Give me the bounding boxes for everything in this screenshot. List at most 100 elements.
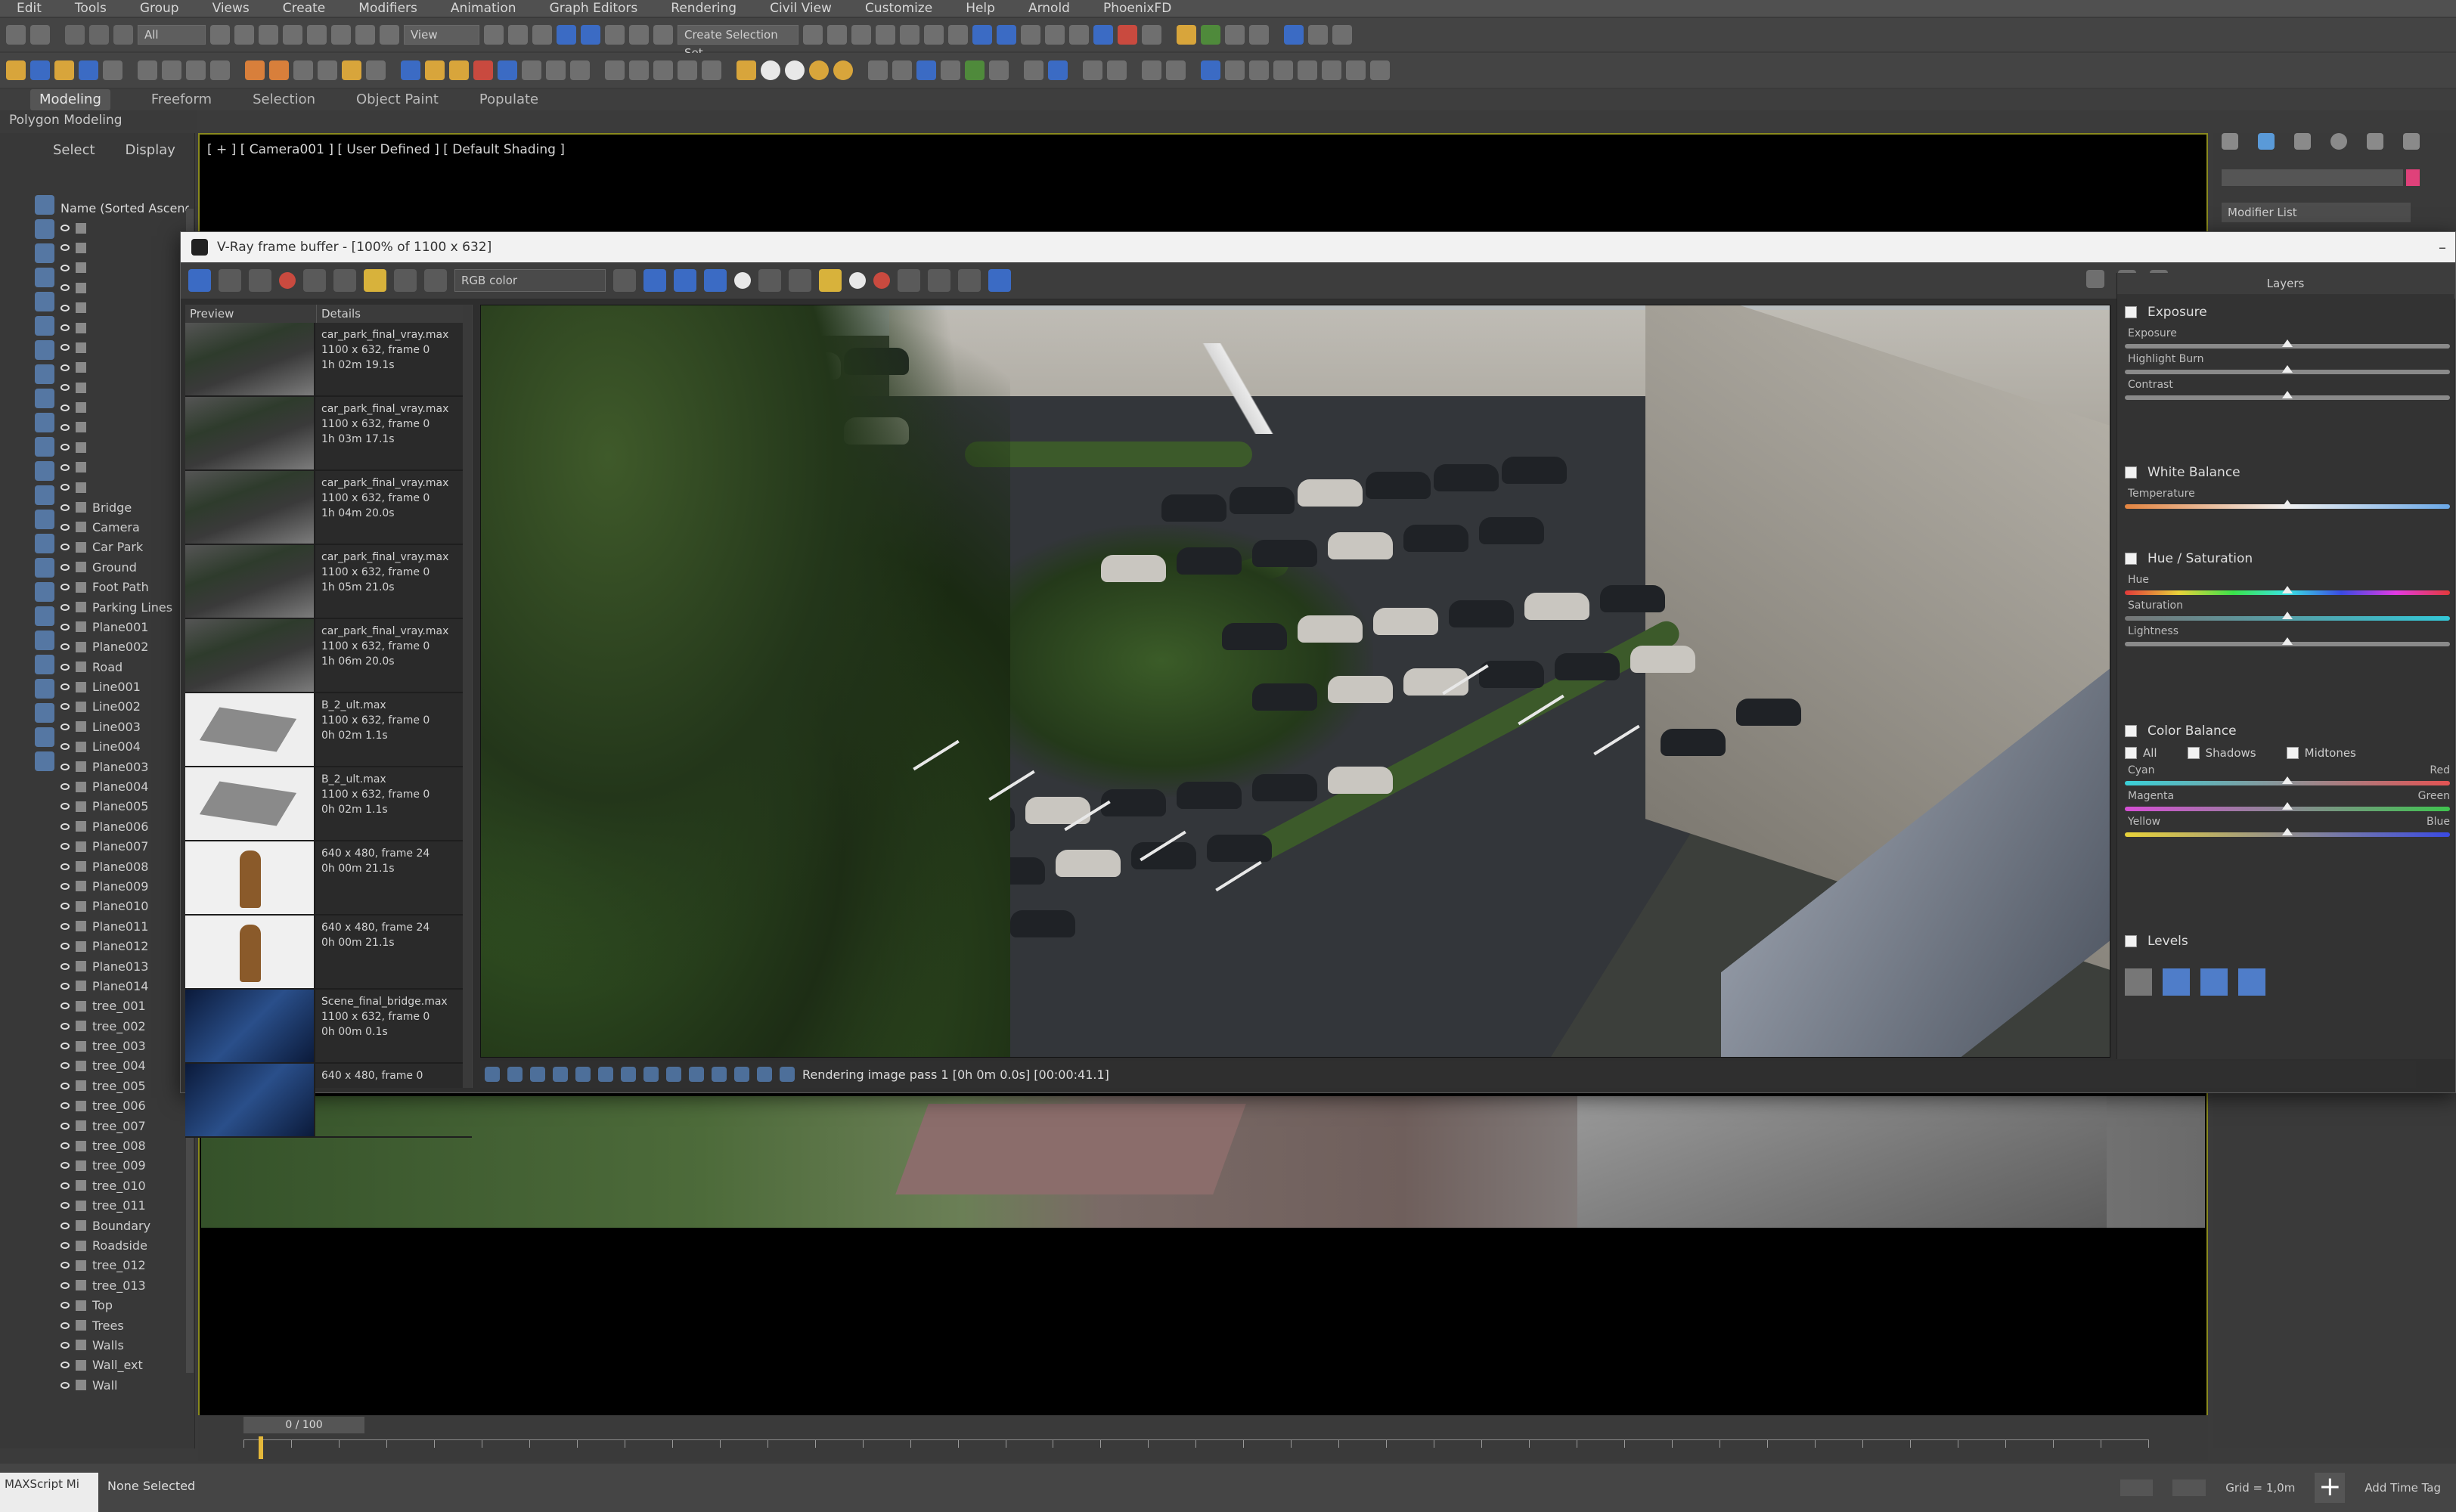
mono-icon[interactable] — [613, 269, 636, 292]
hue-saturation-checkbox[interactable] — [2125, 553, 2137, 565]
shape-icon[interactable] — [629, 60, 649, 80]
visibility-eye-icon[interactable] — [60, 423, 70, 431]
menu-item[interactable]: Create — [266, 0, 343, 17]
vray-sphere-icon[interactable] — [103, 60, 122, 80]
light-icon[interactable] — [342, 60, 361, 80]
visibility-eye-icon[interactable] — [60, 1341, 70, 1349]
vray-fur-icon[interactable] — [736, 60, 756, 80]
scene-explorer-row[interactable]: Line003 — [60, 717, 189, 736]
menu-item[interactable]: Tools — [58, 0, 123, 17]
vray-light-icon[interactable] — [1142, 25, 1161, 45]
toon-icon[interactable] — [1048, 60, 1068, 80]
toggle-history-icon[interactable] — [188, 269, 211, 292]
tab-select[interactable]: Select — [53, 142, 95, 158]
yellow-blue-slider[interactable] — [2125, 828, 2450, 837]
scene-explorer-row[interactable]: tree_011 — [60, 1196, 189, 1216]
outline-sphere-icon[interactable] — [785, 60, 805, 80]
visibility-eye-icon[interactable] — [60, 523, 70, 531]
slider-knob[interactable] — [2282, 339, 2293, 347]
visibility-eye-icon[interactable] — [60, 903, 70, 910]
display-options-icon[interactable] — [424, 269, 447, 292]
temperature-slider[interactable] — [2125, 500, 2450, 509]
scene-explorer-row[interactable] — [60, 258, 189, 277]
edit-poly-icon[interactable] — [293, 60, 313, 80]
filter-icon[interactable] — [35, 679, 54, 699]
zoom-icon[interactable] — [1322, 60, 1341, 80]
status-icon-11[interactable] — [712, 1067, 727, 1082]
named-selection-dropdown[interactable]: Create Selection Set — [678, 25, 799, 60]
lock-icon[interactable] — [6, 60, 26, 80]
filter-icon[interactable] — [35, 582, 54, 602]
mirror-icon[interactable] — [803, 25, 823, 45]
decal-icon[interactable] — [965, 60, 985, 80]
filter-icon[interactable] — [35, 413, 54, 432]
spray-icon[interactable] — [892, 60, 912, 80]
scene-explorer-row[interactable]: tree_002 — [60, 1016, 189, 1036]
history-item[interactable]: car_park_final_vray.max 1100 x 632, frame… — [185, 619, 472, 693]
history-thumbnail[interactable] — [185, 471, 315, 544]
toggle-layer-explorer-icon[interactable] — [876, 25, 895, 45]
scene-explorer-row[interactable]: Line004 — [60, 737, 189, 757]
slider-knob[interactable] — [2282, 612, 2293, 619]
white-sphere-icon[interactable] — [761, 60, 780, 80]
scene-explorer-row[interactable]: Plane003 — [60, 757, 189, 776]
history-thumbnail[interactable] — [185, 323, 315, 395]
exposure-slider[interactable] — [2125, 339, 2450, 349]
select-object-icon[interactable] — [210, 25, 230, 45]
slider-knob[interactable] — [2282, 586, 2293, 593]
reference-coordinate-dropdown[interactable]: View — [404, 25, 479, 45]
rotate-icon[interactable] — [331, 25, 351, 45]
history-thumbnail[interactable] — [185, 990, 315, 1062]
visibility-eye-icon[interactable] — [60, 783, 70, 791]
column-header-name[interactable]: Name (Sorted Ascending) — [60, 198, 189, 218]
phoenix-icon[interactable] — [1284, 25, 1304, 45]
link-icon[interactable] — [65, 25, 85, 45]
levels-gray-button[interactable] — [2200, 968, 2228, 996]
scene-explorer-row[interactable]: tree_005 — [60, 1076, 189, 1095]
scene-explorer-row[interactable] — [60, 398, 189, 417]
object-color-swatch[interactable] — [2406, 169, 2420, 186]
scene-explorer-row[interactable]: Car Park — [60, 538, 189, 557]
open-folder-icon[interactable] — [819, 269, 842, 292]
phoenix-sim-icon[interactable] — [1308, 25, 1328, 45]
scale-icon[interactable] — [355, 25, 375, 45]
scene-explorer-row[interactable] — [60, 477, 189, 497]
selection-filter-dropdown[interactable]: All — [138, 25, 206, 45]
yellow-sphere-icon[interactable] — [809, 60, 829, 80]
snaps-toggle-icon[interactable] — [557, 25, 576, 45]
history-thumbnail[interactable] — [185, 767, 315, 840]
visibility-eye-icon[interactable] — [60, 703, 70, 711]
render-icon[interactable] — [873, 272, 890, 289]
pivot-icon[interactable] — [484, 25, 504, 45]
filter-icon[interactable] — [35, 703, 54, 723]
scene-explorer-row[interactable] — [60, 378, 189, 398]
scene-explorer-row[interactable]: tree_003 — [60, 1036, 189, 1055]
highlight-burn-slider[interactable] — [2125, 365, 2450, 374]
slider-knob[interactable] — [2282, 365, 2293, 373]
toggle-ribbon-icon[interactable] — [900, 25, 919, 45]
y-coordinate-field[interactable] — [2172, 1479, 2206, 1496]
modify-tab-icon[interactable] — [2258, 133, 2275, 150]
current-frame-marker[interactable] — [259, 1436, 263, 1459]
menu-item[interactable]: Graph Editors — [533, 0, 655, 17]
scene-explorer-row[interactable]: Line002 — [60, 697, 189, 717]
stop-render-icon[interactable] — [279, 272, 296, 289]
filter-icon[interactable] — [35, 219, 54, 239]
scene-explorer-row[interactable]: Plane004 — [60, 776, 189, 796]
edit-named-selection-icon[interactable] — [653, 25, 673, 45]
visibility-eye-icon[interactable] — [60, 1182, 70, 1189]
particle-icon[interactable] — [868, 60, 888, 80]
record-icon[interactable] — [186, 60, 206, 80]
scene-explorer-row[interactable]: Plane013 — [60, 956, 189, 976]
scene-explorer-row[interactable]: Walls — [60, 1335, 189, 1355]
visibility-eye-icon[interactable] — [60, 484, 70, 491]
scene-explorer-row[interactable] — [60, 238, 189, 258]
status-icon-4[interactable] — [553, 1067, 568, 1082]
scene-explorer-row[interactable]: Road — [60, 657, 189, 677]
plugin-a-icon[interactable] — [522, 60, 541, 80]
ribbon-tab-selection[interactable]: Selection — [253, 89, 315, 110]
scene-explorer-row[interactable] — [60, 278, 189, 298]
slider-knob[interactable] — [2282, 637, 2293, 645]
visibility-eye-icon[interactable] — [60, 1302, 70, 1309]
visibility-eye-icon[interactable] — [60, 763, 70, 770]
